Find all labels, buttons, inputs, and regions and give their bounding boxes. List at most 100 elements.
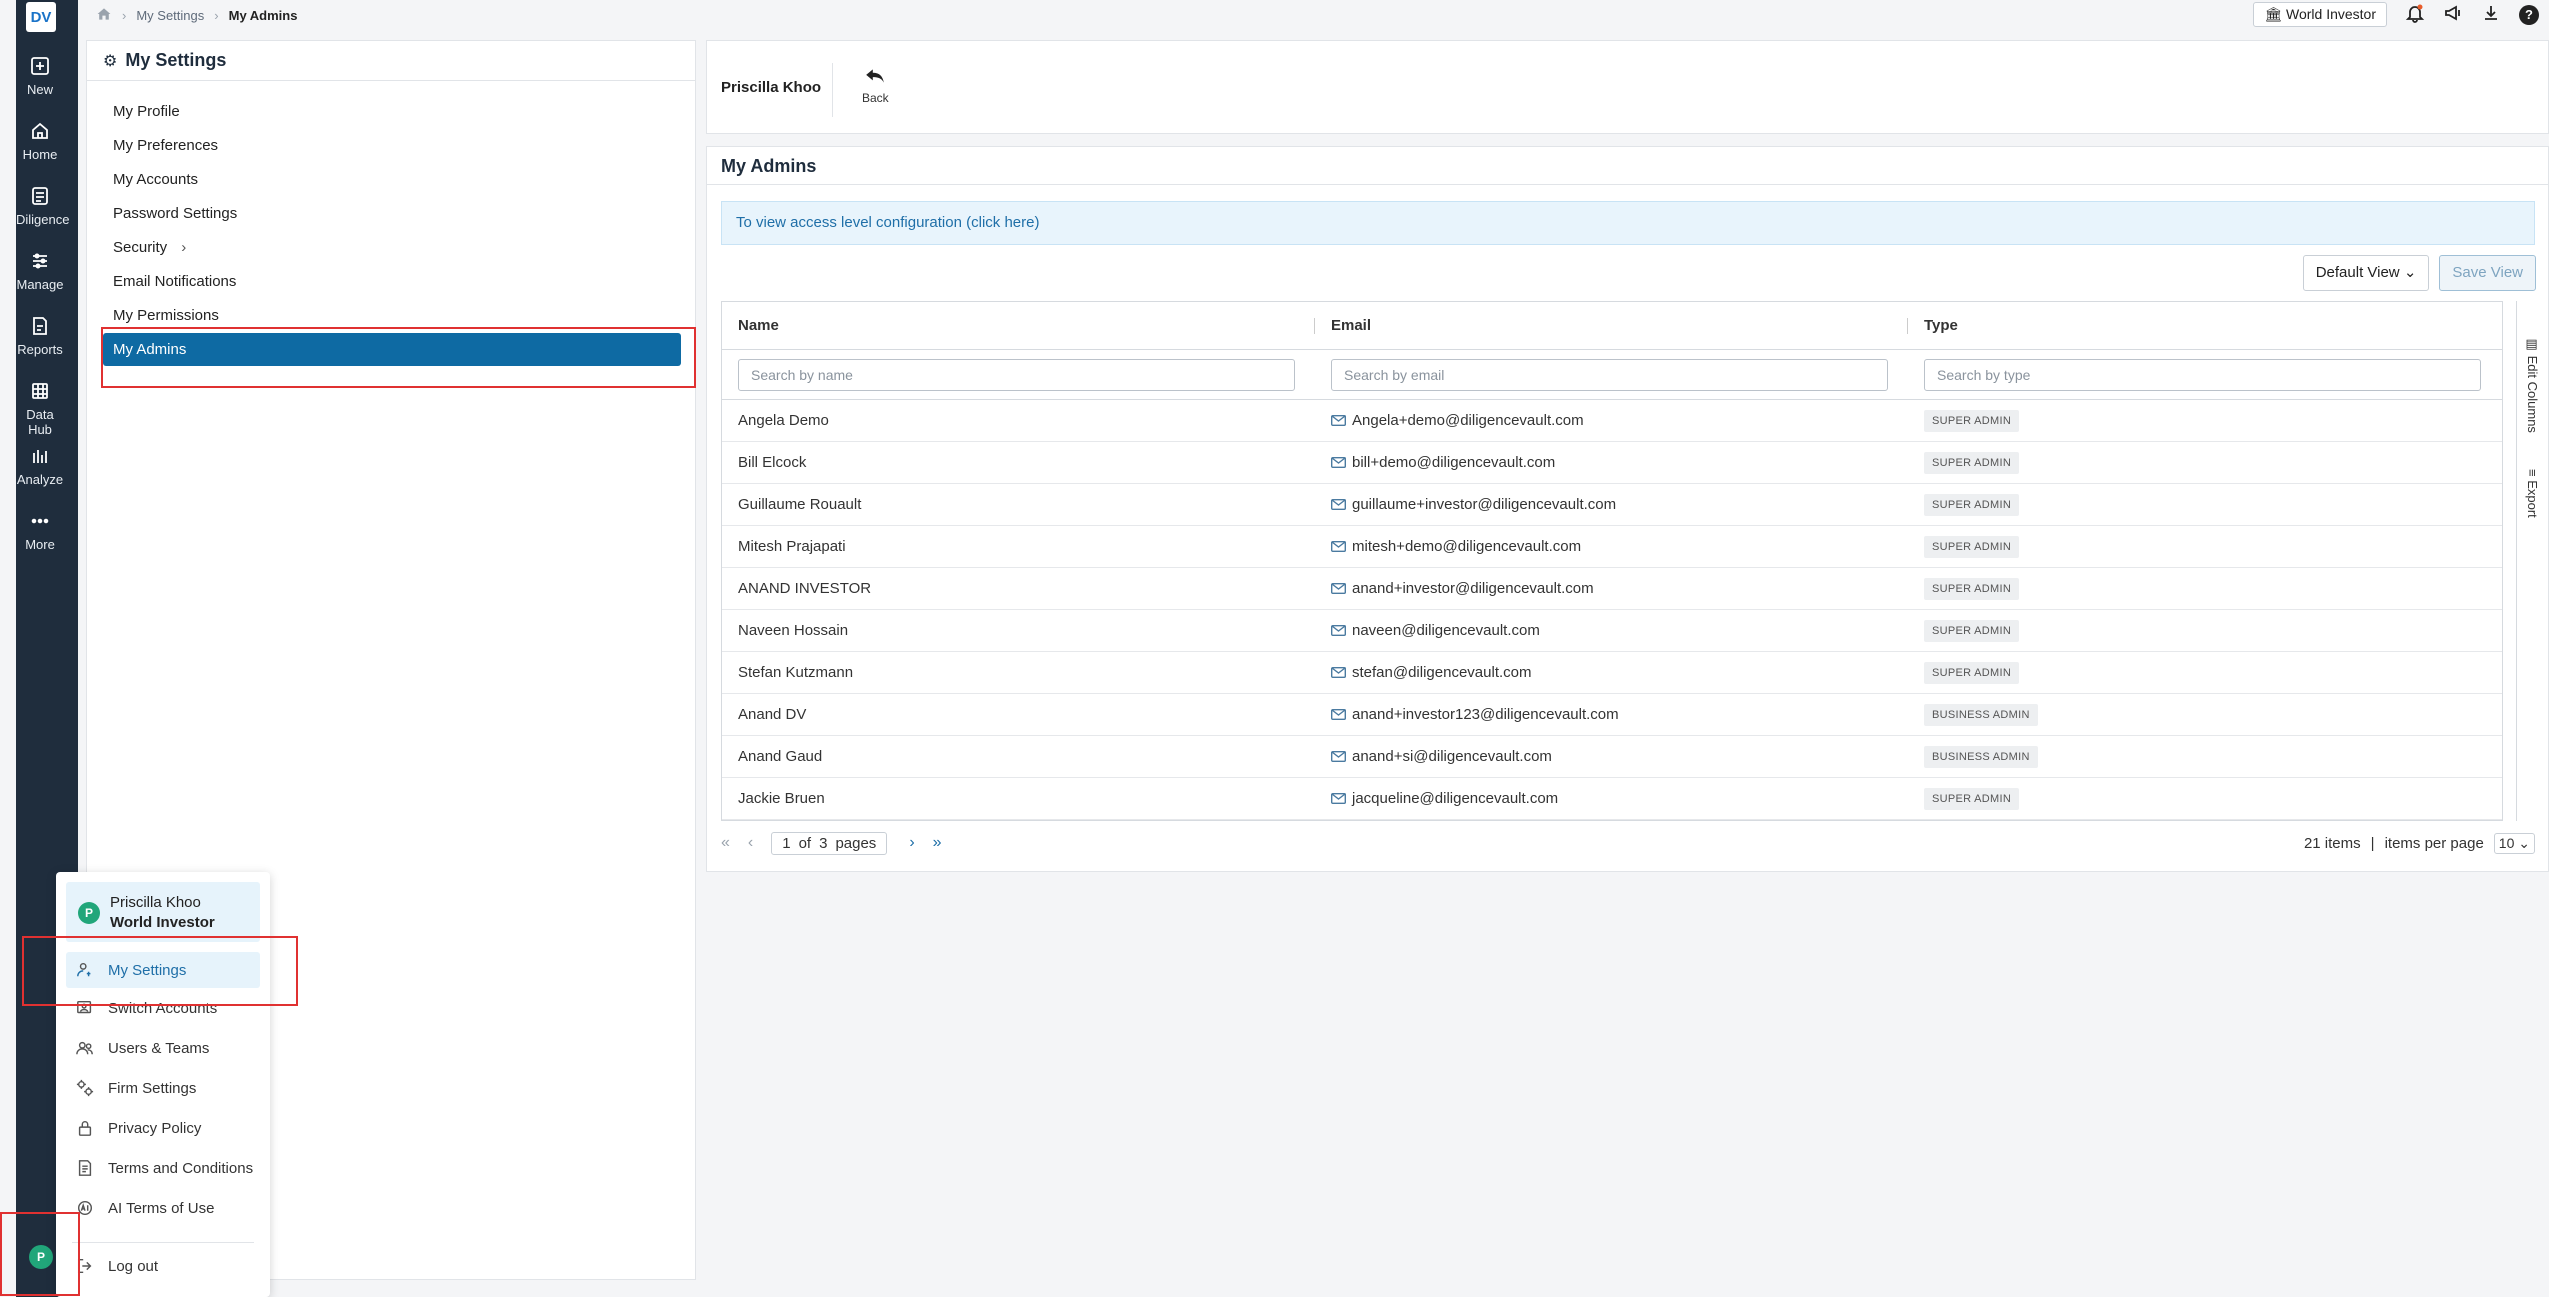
table-row[interactable]: Guillaume Rouault guillaume+investor@dili… bbox=[722, 484, 2502, 526]
table-row[interactable]: Naveen Hossain naveen@diligencevault.com S… bbox=[722, 610, 2502, 652]
view-select[interactable]: Default View ⌄ bbox=[2302, 255, 2430, 291]
rail-item-data-hub[interactable]: Data Hub bbox=[16, 381, 64, 437]
email-link[interactable]: anand+investor123@diligencevault.com bbox=[1352, 706, 1619, 723]
type-badge: SUPER ADMIN bbox=[1924, 619, 2020, 642]
email-link[interactable]: anand+si@diligencevault.com bbox=[1352, 748, 1552, 765]
cell-name: Stefan Kutzmann bbox=[738, 664, 854, 681]
settings-nav: My Profile My Preferences My Accounts Pa… bbox=[87, 81, 695, 366]
cell-email: anand+investor123@diligencevault.com bbox=[1315, 706, 1908, 723]
first-page-icon[interactable]: « bbox=[721, 834, 730, 852]
back-button[interactable]: Back bbox=[862, 65, 889, 105]
type-badge: SUPER ADMIN bbox=[1924, 535, 2020, 558]
next-page-icon[interactable]: › bbox=[909, 834, 914, 852]
settings-item-security[interactable]: Security › bbox=[87, 231, 695, 265]
table-row[interactable]: Angela Demo Angela+demo@diligencevault.co… bbox=[722, 400, 2502, 442]
settings-item-email-notifications[interactable]: Email Notifications bbox=[87, 265, 695, 299]
rail-item-label: Analyze bbox=[16, 472, 64, 487]
email-link[interactable]: Angela+demo@diligencevault.com bbox=[1352, 412, 1584, 429]
table-row[interactable]: ANAND INVESTOR anand+investor@diligenceva… bbox=[722, 568, 2502, 610]
help-icon[interactable]: ? bbox=[2519, 4, 2539, 25]
table-row[interactable]: Mitesh Prajapati mitesh+demo@diligencevau… bbox=[722, 526, 2502, 568]
rail-item-home[interactable]: Home bbox=[16, 121, 64, 162]
type-badge: SUPER ADMIN bbox=[1924, 787, 2020, 810]
user-avatar[interactable]: P bbox=[29, 1245, 53, 1269]
grid-side-tools: ▤ Edit Columns ≡ Export bbox=[2516, 301, 2548, 821]
table-row[interactable]: Anand DV anand+investor123@diligencevault… bbox=[722, 694, 2502, 736]
manage-icon bbox=[30, 251, 50, 271]
email-link[interactable]: jacqueline@diligencevault.com bbox=[1352, 790, 1558, 807]
menu-item-switch-accounts[interactable]: Switch Accounts bbox=[66, 990, 260, 1026]
email-link[interactable]: bill+demo@diligencevault.com bbox=[1352, 454, 1555, 471]
cell-name: Jackie Bruen bbox=[738, 790, 825, 807]
rail-item-reports[interactable]: Reports bbox=[16, 316, 64, 357]
type-badge: SUPER ADMIN bbox=[1924, 577, 2020, 600]
last-page-icon[interactable]: » bbox=[933, 834, 942, 852]
download-icon[interactable] bbox=[2481, 3, 2501, 27]
investor-switcher[interactable]: 🏛 World Investor bbox=[2253, 2, 2387, 27]
user-settings-icon bbox=[76, 961, 96, 979]
menu-item-users-teams[interactable]: Users & Teams bbox=[66, 1030, 260, 1066]
email-link[interactable]: guillaume+investor@diligencevault.com bbox=[1352, 496, 1616, 513]
search-name-input[interactable] bbox=[738, 358, 1295, 391]
page-of-label: of bbox=[798, 834, 812, 852]
cell-type: SUPER ADMIN bbox=[1908, 493, 2020, 516]
cell-name: Anand DV bbox=[738, 706, 807, 723]
settings-item-password-settings[interactable]: Password Settings bbox=[87, 197, 695, 231]
investor-name: World Investor bbox=[2286, 6, 2376, 22]
rail-item-more[interactable]: More bbox=[16, 511, 64, 552]
menu-item-firm-settings[interactable]: Firm Settings bbox=[66, 1070, 260, 1106]
settings-title: My Settings bbox=[125, 50, 227, 70]
menu-item-terms-conditions[interactable]: Terms and Conditions bbox=[66, 1150, 260, 1186]
rail-item-analyze[interactable]: Analyze bbox=[16, 446, 64, 487]
breadcrumb-separator: › bbox=[122, 7, 127, 23]
save-view-button[interactable]: Save View bbox=[2439, 255, 2536, 291]
current-page-input[interactable]: 1 bbox=[782, 835, 790, 852]
search-email-input[interactable] bbox=[1331, 358, 1888, 391]
column-header-name[interactable]: Name bbox=[722, 302, 1315, 349]
menu-item-log-out[interactable]: Log out bbox=[66, 1248, 260, 1284]
bell-icon[interactable] bbox=[2405, 3, 2425, 27]
table-row[interactable]: Bill Elcock bill+demo@diligencevault.com S… bbox=[722, 442, 2502, 484]
settings-item-my-admins[interactable]: My Admins bbox=[103, 333, 681, 366]
megaphone-icon[interactable] bbox=[2443, 3, 2463, 27]
cell-email: mitesh+demo@diligencevault.com bbox=[1315, 538, 1908, 555]
table-row[interactable]: Jackie Bruen jacqueline@diligencevault.co… bbox=[722, 778, 2502, 820]
document-icon bbox=[76, 1159, 96, 1177]
filter-row bbox=[722, 350, 2502, 400]
type-badge: BUSINESS ADMIN bbox=[1924, 745, 2038, 768]
email-link[interactable]: naveen@diligencevault.com bbox=[1352, 622, 1540, 639]
export-tool[interactable]: ≡ Export bbox=[2525, 469, 2540, 518]
menu-item-privacy-policy[interactable]: Privacy Policy bbox=[66, 1110, 260, 1146]
access-level-info-link[interactable]: To view access level configuration (clic… bbox=[721, 201, 2535, 245]
settings-item-my-preferences[interactable]: My Preferences bbox=[87, 129, 695, 163]
items-per-page-select[interactable]: 10 ⌄ bbox=[2493, 832, 2535, 854]
menu-item-ai-terms[interactable]: AI Terms of Use bbox=[66, 1190, 260, 1226]
cell-email: anand+si@diligencevault.com bbox=[1315, 748, 1908, 765]
admins-title: My Admins bbox=[707, 147, 2548, 185]
rail-item-diligence[interactable]: Diligence bbox=[16, 186, 69, 227]
rail-item-label: Diligence bbox=[16, 212, 70, 227]
table-row[interactable]: Anand Gaud anand+si@diligencevault.com BUS… bbox=[722, 736, 2502, 778]
menu-item-label: Users & Teams bbox=[108, 1039, 210, 1057]
settings-item-my-accounts[interactable]: My Accounts bbox=[87, 163, 695, 197]
column-header-email[interactable]: Email bbox=[1315, 302, 1908, 349]
prev-page-icon[interactable]: ‹ bbox=[748, 834, 753, 852]
type-badge: SUPER ADMIN bbox=[1924, 661, 2020, 684]
settings-item-my-profile[interactable]: My Profile bbox=[87, 95, 695, 129]
rail-item-manage[interactable]: Manage bbox=[16, 251, 64, 292]
breadcrumb-my-settings[interactable]: My Settings bbox=[136, 8, 204, 23]
email-link[interactable]: stefan@diligencevault.com bbox=[1352, 664, 1532, 681]
column-header-type[interactable]: Type bbox=[1908, 302, 2468, 349]
rail-item-new[interactable]: New bbox=[16, 56, 64, 97]
search-type-input[interactable] bbox=[1924, 358, 2481, 391]
menu-item-my-settings[interactable]: My Settings bbox=[66, 952, 260, 988]
email-link[interactable]: anand+investor@diligencevault.com bbox=[1352, 580, 1594, 597]
table-row[interactable]: Stefan Kutzmann stefan@diligencevault.com… bbox=[722, 652, 2502, 694]
settings-item-my-permissions[interactable]: My Permissions bbox=[87, 299, 695, 333]
home-icon[interactable] bbox=[96, 6, 112, 25]
email-link[interactable]: mitesh+demo@diligencevault.com bbox=[1352, 538, 1581, 555]
back-label: Back bbox=[862, 91, 889, 105]
app-logo[interactable]: DV bbox=[26, 2, 56, 32]
avatar: P bbox=[78, 902, 100, 924]
edit-columns-tool[interactable]: ▤ Edit Columns bbox=[2525, 337, 2540, 433]
